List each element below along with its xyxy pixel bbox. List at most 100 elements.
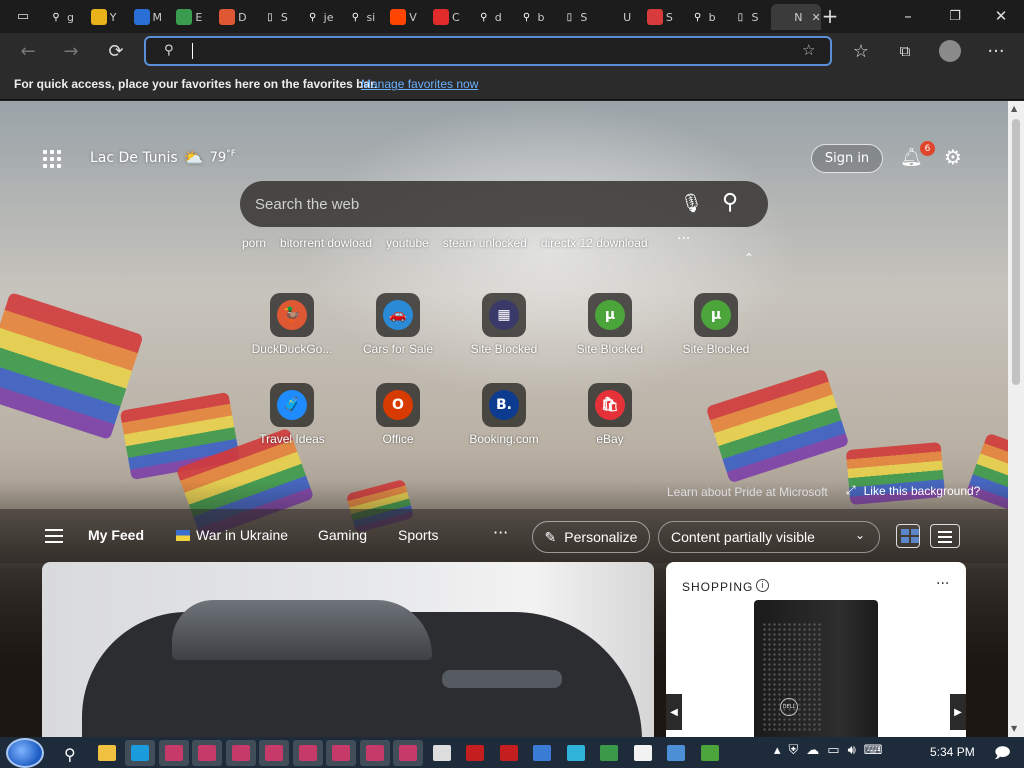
network-icon[interactable]: [661, 740, 691, 766]
display-icon[interactable]: ▭: [827, 743, 839, 758]
trending-item[interactable]: directx 12 download: [541, 236, 648, 250]
flag-icon[interactable]: [594, 740, 624, 766]
tab-my-feed[interactable]: My Feed: [88, 527, 144, 543]
browser-tab[interactable]: D: [215, 4, 258, 30]
menu-icon[interactable]: [45, 529, 63, 547]
keyboard-icon[interactable]: ⌨: [864, 743, 883, 758]
forward-button[interactable]: →: [58, 39, 84, 63]
quick-link-tile[interactable]: µ Site Blocked: [560, 293, 660, 356]
scroll-up-arrow[interactable]: ▲: [1011, 104, 1017, 113]
search-icon[interactable]: ⚲: [722, 190, 738, 215]
search-icon[interactable]: ⚲: [58, 740, 88, 766]
browser-tab[interactable]: M: [130, 4, 173, 30]
action-center-icon[interactable]: 🗩: [994, 743, 1011, 768]
quick-link-tile[interactable]: B. Booking.com: [454, 383, 554, 446]
app-icon[interactable]: [393, 740, 423, 766]
trending-item[interactable]: youtube: [386, 236, 429, 250]
quick-link-tile[interactable]: 🧳 Travel Ideas: [242, 383, 342, 446]
more-options-icon[interactable]: ···: [936, 576, 949, 592]
restore-button[interactable]: ❐: [940, 5, 970, 27]
shopping-card[interactable]: SHOPPING i ··· DELL ◀ ▶: [666, 562, 966, 737]
bag-icon[interactable]: [628, 740, 658, 766]
app-icon[interactable]: [494, 740, 524, 766]
carousel-next-button[interactable]: ▶: [950, 694, 966, 730]
trending-item[interactable]: bitorrent dowload: [280, 236, 372, 250]
browser-tab[interactable]: ⚲ si: [343, 4, 386, 30]
tab-sports[interactable]: Sports: [398, 527, 438, 543]
seven-zip-icon[interactable]: [427, 740, 457, 766]
minimize-button[interactable]: –: [893, 5, 923, 27]
gear-icon[interactable]: ⚙: [944, 145, 962, 169]
web-search-input[interactable]: [255, 193, 655, 215]
trending-item[interactable]: porn: [242, 236, 266, 250]
browser-tab[interactable]: Y: [87, 4, 130, 30]
trending-item[interactable]: steam unlocked: [443, 236, 527, 250]
shield-icon[interactable]: ⛨: [789, 743, 799, 758]
new-tab-button[interactable]: +: [815, 4, 845, 28]
app-icon[interactable]: [359, 740, 390, 766]
microphone-icon[interactable]: 🎙︎: [680, 193, 703, 214]
app-icon[interactable]: [158, 740, 189, 766]
app-icon[interactable]: [292, 740, 323, 766]
list-layout-icon[interactable]: [930, 524, 960, 548]
browser-tab[interactable]: ▯ S: [557, 4, 600, 30]
manage-favorites-link[interactable]: Manage favorites now: [361, 77, 478, 91]
quick-link-tile[interactable]: 🛍 eBay: [560, 383, 660, 446]
volume-icon[interactable]: 🔊︎: [848, 743, 856, 758]
grid-layout-icon[interactable]: [896, 524, 920, 548]
back-button[interactable]: ←: [15, 39, 41, 63]
quick-link-tile[interactable]: µ Site Blocked: [666, 293, 766, 356]
content-visibility-dropdown[interactable]: Content partially visible ⌄: [658, 521, 880, 553]
address-input[interactable]: [190, 42, 750, 60]
browser-tab[interactable]: E: [172, 4, 215, 30]
personalize-button[interactable]: ✎ Personalize: [532, 521, 650, 553]
quick-link-tile[interactable]: 🚗 Cars for Sale: [348, 293, 448, 356]
refresh-button[interactable]: ⟳: [103, 39, 129, 63]
news-card-car[interactable]: [42, 562, 654, 737]
quick-link-tile[interactable]: ▦ Site Blocked: [454, 293, 554, 356]
browser-tab[interactable]: ⚲ b: [515, 4, 558, 30]
feed-more-button[interactable]: ···: [493, 523, 508, 542]
close-window-button[interactable]: ✕: [986, 5, 1016, 27]
utorrent-icon[interactable]: [695, 740, 725, 766]
web-search-box[interactable]: 🎙︎ ⚲: [240, 181, 768, 227]
clock[interactable]: 5:34 PM: [930, 745, 975, 759]
chevron-up-icon[interactable]: ⌃: [744, 251, 754, 265]
settings-more-icon[interactable]: ···: [983, 39, 1009, 63]
profile-avatar[interactable]: [937, 39, 963, 63]
image-icon[interactable]: [527, 740, 557, 766]
tab-war-in-ukraine[interactable]: War in Ukraine: [176, 527, 288, 543]
app-icon[interactable]: [326, 740, 356, 766]
info-icon[interactable]: i: [756, 579, 769, 592]
page-scrollbar[interactable]: ▲ ▼: [1008, 101, 1024, 737]
browser-tab[interactable]: C: [429, 4, 472, 30]
browser-tab[interactable]: S: [643, 4, 686, 30]
tray-expand-icon[interactable]: ▴: [774, 743, 781, 758]
browser-tab[interactable]: U: [600, 4, 643, 30]
browser-tab[interactable]: ⚲ g: [44, 4, 87, 30]
app-icon[interactable]: [259, 740, 289, 766]
browser-tab[interactable]: N ✕: [771, 4, 822, 30]
edge-icon[interactable]: [561, 740, 591, 766]
browser-tab[interactable]: ⚲ je: [301, 4, 344, 30]
address-bar[interactable]: ⚲ ☆: [144, 36, 832, 66]
browser-tab[interactable]: ▯ S: [728, 4, 771, 30]
carousel-prev-button[interactable]: ◀: [666, 694, 682, 730]
like-background-button[interactable]: ⤢ Like this background?: [846, 483, 980, 498]
learn-about-pride-link[interactable]: Learn about Pride at Microsoft: [667, 485, 828, 499]
browser-tab[interactable]: ▯ S: [258, 4, 301, 30]
trending-more-button[interactable]: ···: [677, 231, 690, 247]
quick-link-tile[interactable]: 🦆 DuckDuckGo...: [242, 293, 342, 356]
scroll-down-arrow[interactable]: ▼: [1011, 724, 1017, 733]
add-favorite-icon[interactable]: ☆: [802, 41, 815, 59]
app-icon[interactable]: [125, 740, 155, 766]
browser-tab[interactable]: ⚲ b: [686, 4, 729, 30]
browser-tab[interactable]: V: [386, 4, 429, 30]
start-button[interactable]: [6, 738, 44, 768]
favorites-icon[interactable]: ☆: [848, 39, 874, 63]
cloud-icon[interactable]: ☁: [806, 743, 819, 758]
tab-actions-icon[interactable]: ▭: [8, 5, 38, 27]
weather-widget[interactable]: Lac De Tunis ⛅ 79°F: [90, 148, 236, 167]
app-icon[interactable]: [460, 740, 490, 766]
sign-in-button[interactable]: Sign in: [811, 144, 883, 173]
